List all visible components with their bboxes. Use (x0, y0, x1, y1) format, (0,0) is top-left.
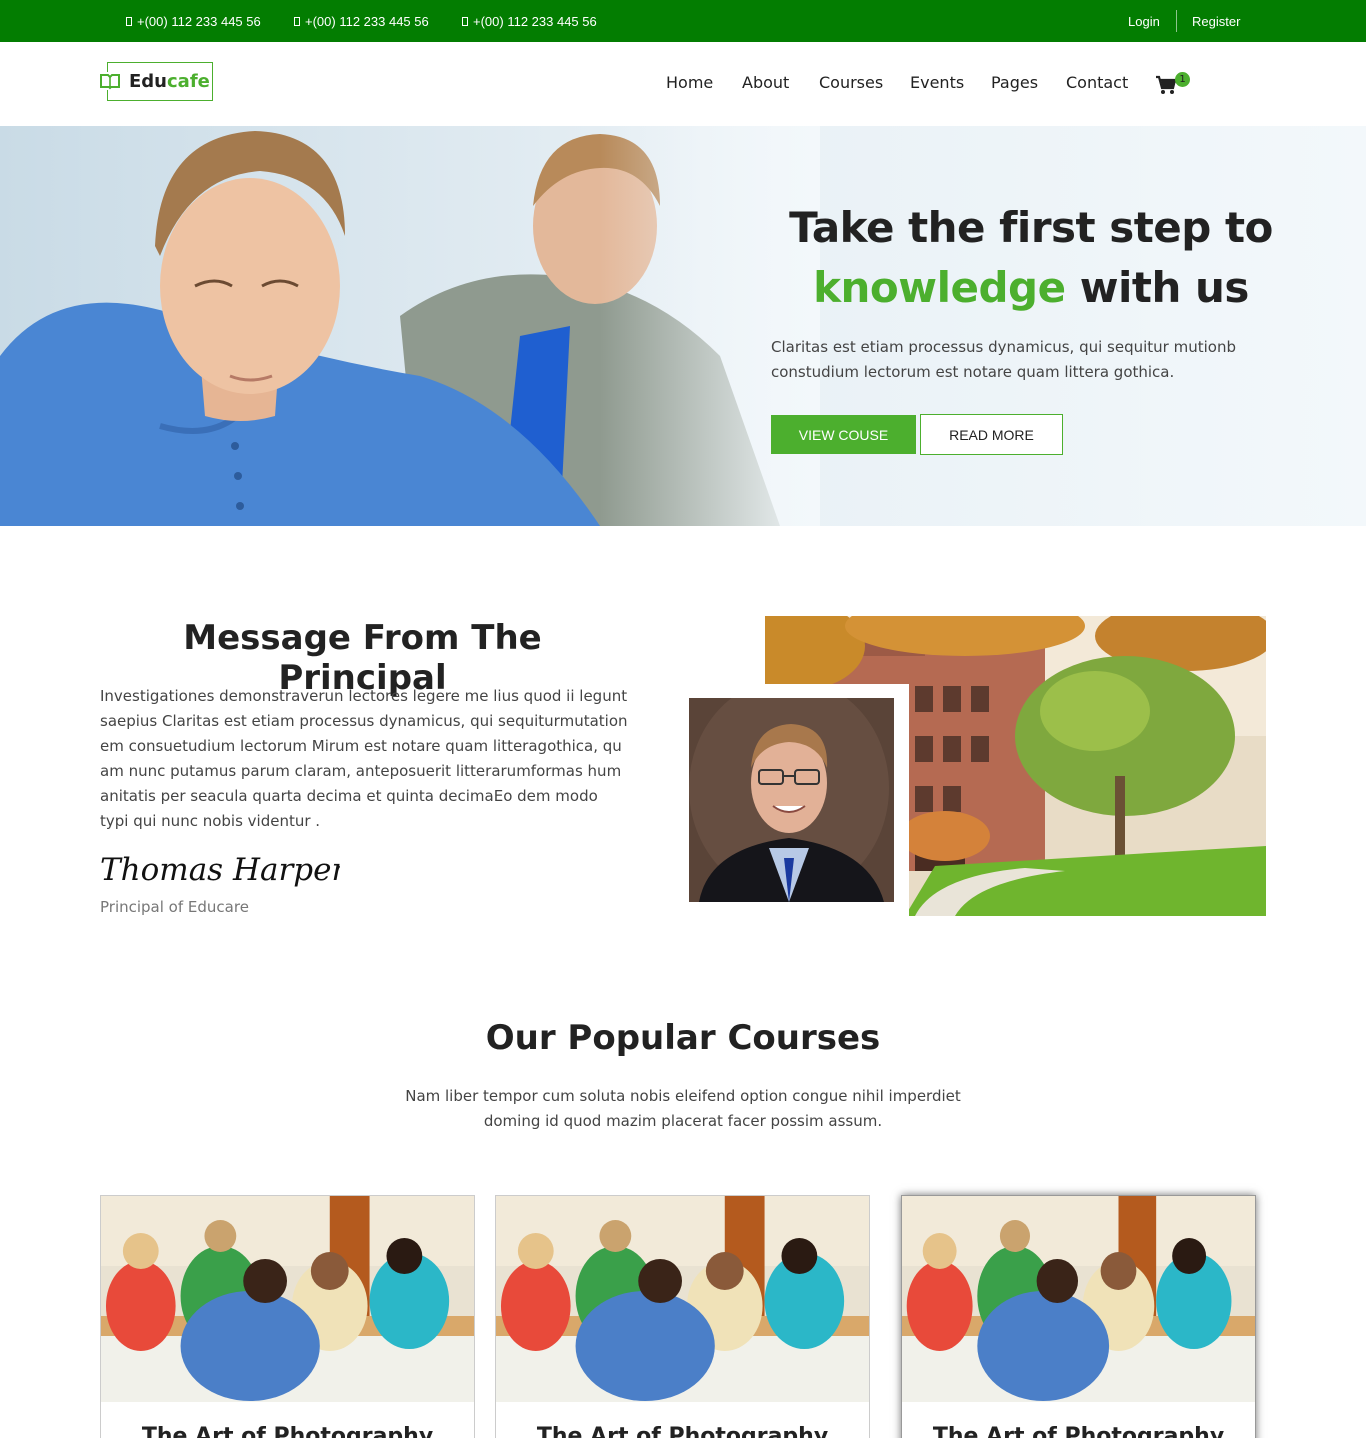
hero-banner: Take the first step to knowledge with us… (0, 126, 1366, 526)
nav-pages[interactable]: Pages (991, 73, 1038, 92)
principal-role: Principal of Educare (100, 898, 249, 916)
course-thumbnail (496, 1196, 869, 1402)
phone-contact-1: +(00) 112 233 445 56 (126, 14, 261, 29)
course-title[interactable]: The Art of Photography (902, 1424, 1255, 1438)
principal-message: Investigationes demonstraverun lectores … (100, 687, 628, 830)
hero-title-line1: Take the first step to (789, 203, 1273, 252)
courses-subtitle: Nam liber tempor cum soluta nobis eleife… (383, 1084, 983, 1134)
phone-number: +(00) 112 233 445 56 (305, 14, 429, 29)
register-link[interactable]: Register (1192, 14, 1240, 29)
logo-text-edu: Edu (129, 71, 167, 92)
cart-icon[interactable] (1155, 75, 1177, 95)
nav-about[interactable]: About (742, 73, 789, 92)
nav-contact[interactable]: Contact (1066, 73, 1128, 92)
phone-icon (462, 17, 468, 26)
course-thumbnail (101, 1196, 474, 1402)
phone-number: +(00) 112 233 445 56 (137, 14, 261, 29)
signature-text: Thomas Harper (100, 852, 340, 888)
phone-contact-3: +(00) 112 233 445 56 (462, 14, 597, 29)
hero-title: Take the first step to knowledge with us (771, 198, 1291, 318)
course-card[interactable]: The Art of Photography (100, 1195, 475, 1438)
phone-number: +(00) 112 233 445 56 (473, 14, 597, 29)
courses-section-title: Our Popular Courses (485, 1018, 881, 1058)
login-link[interactable]: Login (1128, 14, 1160, 29)
top-bar: +(00) 112 233 445 56 +(00) 112 233 445 5… (0, 0, 1366, 42)
hero-description: Claritas est etiam processus dynamicus, … (771, 338, 1236, 381)
site-header: Edu cafe Home About Courses Events Pages … (0, 42, 1366, 126)
read-more-button[interactable]: READ MORE (920, 414, 1063, 455)
phone-icon (294, 17, 300, 26)
hero-fade (600, 126, 820, 526)
hero-title-rest: with us (1079, 263, 1250, 312)
nav-courses[interactable]: Courses (819, 73, 883, 92)
view-course-button[interactable]: VIEW COUSE (771, 415, 916, 454)
course-card[interactable]: The Art of Photography (495, 1195, 870, 1438)
phone-icon (126, 17, 132, 26)
nav-events[interactable]: Events (910, 73, 964, 92)
divider (1176, 10, 1177, 32)
course-title[interactable]: The Art of Photography (101, 1424, 474, 1438)
course-card[interactable]: The Art of Photography (901, 1195, 1256, 1438)
book-icon (99, 72, 121, 90)
course-title[interactable]: The Art of Photography (496, 1424, 869, 1438)
course-thumbnail (902, 1196, 1255, 1402)
cart-count-badge: 1 (1175, 72, 1190, 87)
hero-title-highlight: knowledge (813, 263, 1066, 312)
courses-subtitle-line1: Nam liber tempor cum soluta nobis eleife… (405, 1087, 961, 1105)
logo-text-cafe: cafe (167, 71, 210, 92)
courses-subtitle-line2: doming id quod mazim placerat facer poss… (483, 1112, 883, 1130)
principal-portrait (689, 698, 894, 902)
nav-home[interactable]: Home (666, 73, 713, 92)
phone-contact-2: +(00) 112 233 445 56 (294, 14, 429, 29)
site-logo[interactable]: Edu cafe (107, 62, 213, 101)
signature-image: Thomas Harper (100, 852, 340, 888)
